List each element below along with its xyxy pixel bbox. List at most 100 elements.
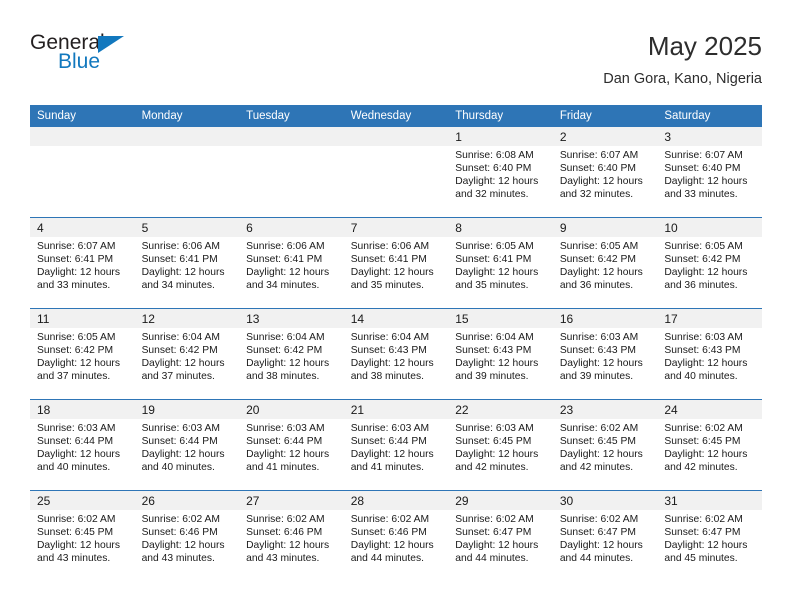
day-number-19[interactable]: 19: [134, 399, 240, 419]
day-number-22[interactable]: 22: [448, 399, 553, 419]
day-number-17[interactable]: 17: [657, 308, 762, 328]
day-detail-line: Daylight: 12 hours: [37, 358, 120, 370]
day-detail-line: and 34 minutes.: [246, 280, 320, 292]
day-number-7[interactable]: 7: [343, 217, 449, 237]
day-details-13[interactable]: Sunrise: 6:04 AM Sunset: 6:42 PM Daylight:…: [239, 328, 344, 400]
day-details-21[interactable]: Sunrise: 6:03 AM Sunset: 6:44 PM Daylight:…: [343, 419, 449, 491]
day-detail-line: Daylight: 12 hours: [455, 176, 539, 188]
day-detail-line: Sunrise: 6:03 AM: [37, 423, 116, 434]
weekday-header-sunday: Sunday: [30, 105, 135, 127]
day-details-27[interactable]: Sunrise: 6:02 AM Sunset: 6:46 PM Daylight:…: [239, 510, 344, 581]
day-detail-line: Sunrise: 6:02 AM: [246, 514, 325, 525]
day-detail-line: Sunrise: 6:02 AM: [37, 514, 116, 525]
day-number-25[interactable]: 25: [30, 490, 135, 510]
day-number-18[interactable]: 18: [30, 399, 135, 419]
day-number-21[interactable]: 21: [343, 399, 449, 419]
day-number-3[interactable]: 3: [657, 127, 762, 146]
day-number-30[interactable]: 30: [552, 490, 658, 510]
day-number-14[interactable]: 14: [343, 308, 449, 328]
day-details-7[interactable]: Sunrise: 6:06 AM Sunset: 6:41 PM Daylight:…: [343, 237, 449, 309]
day-details-25[interactable]: Sunrise: 6:02 AM Sunset: 6:45 PM Daylight:…: [30, 510, 135, 581]
day-detail-line: Sunset: 6:47 PM: [455, 527, 532, 539]
day-detail-line: Sunset: 6:45 PM: [455, 436, 532, 448]
day-detail-line: Sunrise: 6:05 AM: [37, 332, 116, 343]
day-number-4[interactable]: 4: [30, 217, 135, 237]
day-number-8[interactable]: 8: [448, 217, 553, 237]
day-number-10[interactable]: 10: [657, 217, 762, 237]
generalblue-logo[interactable]: General Blue: [30, 32, 230, 82]
day-details-8[interactable]: Sunrise: 6:05 AM Sunset: 6:41 PM Daylight:…: [448, 237, 553, 309]
day-number-27[interactable]: 27: [239, 490, 344, 510]
weekday-header-friday: Friday: [552, 105, 658, 127]
day-detail-line: and 43 minutes.: [246, 553, 320, 565]
day-number-16[interactable]: 16: [552, 308, 658, 328]
day-number-13[interactable]: 13: [239, 308, 344, 328]
day-details-20[interactable]: Sunrise: 6:03 AM Sunset: 6:44 PM Daylight:…: [239, 419, 344, 491]
day-number-31[interactable]: 31: [657, 490, 762, 510]
day-detail-line: Daylight: 12 hours: [559, 540, 643, 552]
day-detail-line: Sunset: 6:40 PM: [455, 163, 532, 175]
day-detail-line: Sunrise: 6:03 AM: [664, 332, 743, 343]
day-detail-line: Sunrise: 6:02 AM: [350, 514, 430, 525]
week-daynumber-row: 25 26 27 28 29 30 31: [30, 490, 762, 510]
day-number-11[interactable]: 11: [30, 308, 135, 328]
day-details-9[interactable]: Sunrise: 6:05 AM Sunset: 6:42 PM Daylight:…: [552, 237, 658, 309]
day-details-18[interactable]: Sunrise: 6:03 AM Sunset: 6:44 PM Daylight:…: [30, 419, 135, 491]
day-details-16[interactable]: Sunrise: 6:03 AM Sunset: 6:43 PM Daylight:…: [552, 328, 658, 400]
day-details-empty: [134, 146, 240, 218]
day-number-5[interactable]: 5: [134, 217, 240, 237]
day-details-12[interactable]: Sunrise: 6:04 AM Sunset: 6:42 PM Daylight:…: [134, 328, 240, 400]
day-number-9[interactable]: 9: [552, 217, 658, 237]
day-details-17[interactable]: Sunrise: 6:03 AM Sunset: 6:43 PM Daylight:…: [657, 328, 762, 400]
day-detail-line: Sunset: 6:47 PM: [664, 527, 741, 539]
day-detail-line: and 33 minutes.: [37, 280, 111, 292]
day-detail-line: Sunset: 6:41 PM: [350, 254, 427, 266]
day-details-29[interactable]: Sunrise: 6:02 AM Sunset: 6:47 PM Daylight:…: [448, 510, 553, 581]
day-details-4[interactable]: Sunrise: 6:07 AM Sunset: 6:41 PM Daylight:…: [30, 237, 135, 309]
day-details-31[interactable]: Sunrise: 6:02 AM Sunset: 6:47 PM Daylight:…: [657, 510, 762, 581]
day-number-29[interactable]: 29: [448, 490, 553, 510]
day-details-15[interactable]: Sunrise: 6:04 AM Sunset: 6:43 PM Daylight:…: [448, 328, 553, 400]
day-detail-line: Daylight: 12 hours: [664, 176, 748, 188]
day-number-26[interactable]: 26: [134, 490, 240, 510]
day-detail-line: Sunset: 6:40 PM: [664, 163, 741, 175]
day-details-23[interactable]: Sunrise: 6:02 AM Sunset: 6:45 PM Daylight:…: [552, 419, 658, 491]
day-number-2[interactable]: 2: [552, 127, 658, 146]
day-details-14[interactable]: Sunrise: 6:04 AM Sunset: 6:43 PM Daylight:…: [343, 328, 449, 400]
day-number-20[interactable]: 20: [239, 399, 344, 419]
weekday-header-thursday: Thursday: [448, 105, 553, 127]
day-detail-line: Sunset: 6:43 PM: [350, 345, 427, 357]
day-number-1[interactable]: 1: [448, 127, 553, 146]
day-details-1[interactable]: Sunrise: 6:08 AM Sunset: 6:40 PM Daylight:…: [448, 146, 553, 218]
day-number-28[interactable]: 28: [343, 490, 449, 510]
day-details-10[interactable]: Sunrise: 6:05 AM Sunset: 6:42 PM Daylight:…: [657, 237, 762, 309]
calendar-body: 1 2 3 Sunrise: 6:08 AM Sunset: 6:40 PM Daylig…: [30, 127, 762, 581]
day-details-2[interactable]: Sunrise: 6:07 AM Sunset: 6:40 PM Daylight:…: [552, 146, 658, 218]
week-daynumber-row: 123: [30, 127, 762, 146]
day-details-26[interactable]: Sunrise: 6:02 AM Sunset: 6:46 PM Daylight:…: [134, 510, 240, 581]
day-number-6[interactable]: 6: [239, 217, 344, 237]
day-number-24[interactable]: 24: [657, 399, 762, 419]
day-details-22[interactable]: Sunrise: 6:03 AM Sunset: 6:45 PM Daylight:…: [448, 419, 553, 491]
day-details-28[interactable]: Sunrise: 6:02 AM Sunset: 6:46 PM Daylight:…: [343, 510, 449, 581]
day-number-12[interactable]: 12: [134, 308, 240, 328]
day-details-5[interactable]: Sunrise: 6:06 AM Sunset: 6:41 PM Daylight:…: [134, 237, 240, 309]
day-details-6[interactable]: Sunrise: 6:06 AM Sunset: 6:41 PM Daylight:…: [239, 237, 344, 309]
day-detail-line: and 33 minutes.: [664, 189, 738, 201]
day-details-empty: [30, 146, 135, 218]
day-detail-line: Sunset: 6:44 PM: [141, 436, 218, 448]
week-daynumber-row: 11 12 13 14 15 16 17: [30, 308, 762, 328]
day-details-19[interactable]: Sunrise: 6:03 AM Sunset: 6:44 PM Daylight:…: [134, 419, 240, 491]
calendar-header-row: Sunday Monday Tuesday Wednesday Thursday Frid…: [30, 105, 762, 127]
day-detail-line: Sunrise: 6:03 AM: [455, 423, 534, 434]
day-detail-line: Daylight: 12 hours: [455, 449, 539, 461]
day-details-30[interactable]: Sunrise: 6:02 AM Sunset: 6:47 PM Daylight:…: [552, 510, 658, 581]
day-detail-line: and 40 minutes.: [664, 371, 738, 383]
day-number-23[interactable]: 23: [552, 399, 658, 419]
day-number-15[interactable]: 15: [448, 308, 553, 328]
day-details-11[interactable]: Sunrise: 6:05 AM Sunset: 6:42 PM Daylight:…: [30, 328, 135, 400]
day-details-3[interactable]: Sunrise: 6:07 AM Sunset: 6:40 PM Daylight:…: [657, 146, 762, 218]
day-detail-line: Sunset: 6:44 PM: [246, 436, 323, 448]
day-details-24[interactable]: Sunrise: 6:02 AM Sunset: 6:45 PM Daylight:…: [657, 419, 762, 491]
day-detail-line: Sunrise: 6:07 AM: [559, 150, 639, 161]
